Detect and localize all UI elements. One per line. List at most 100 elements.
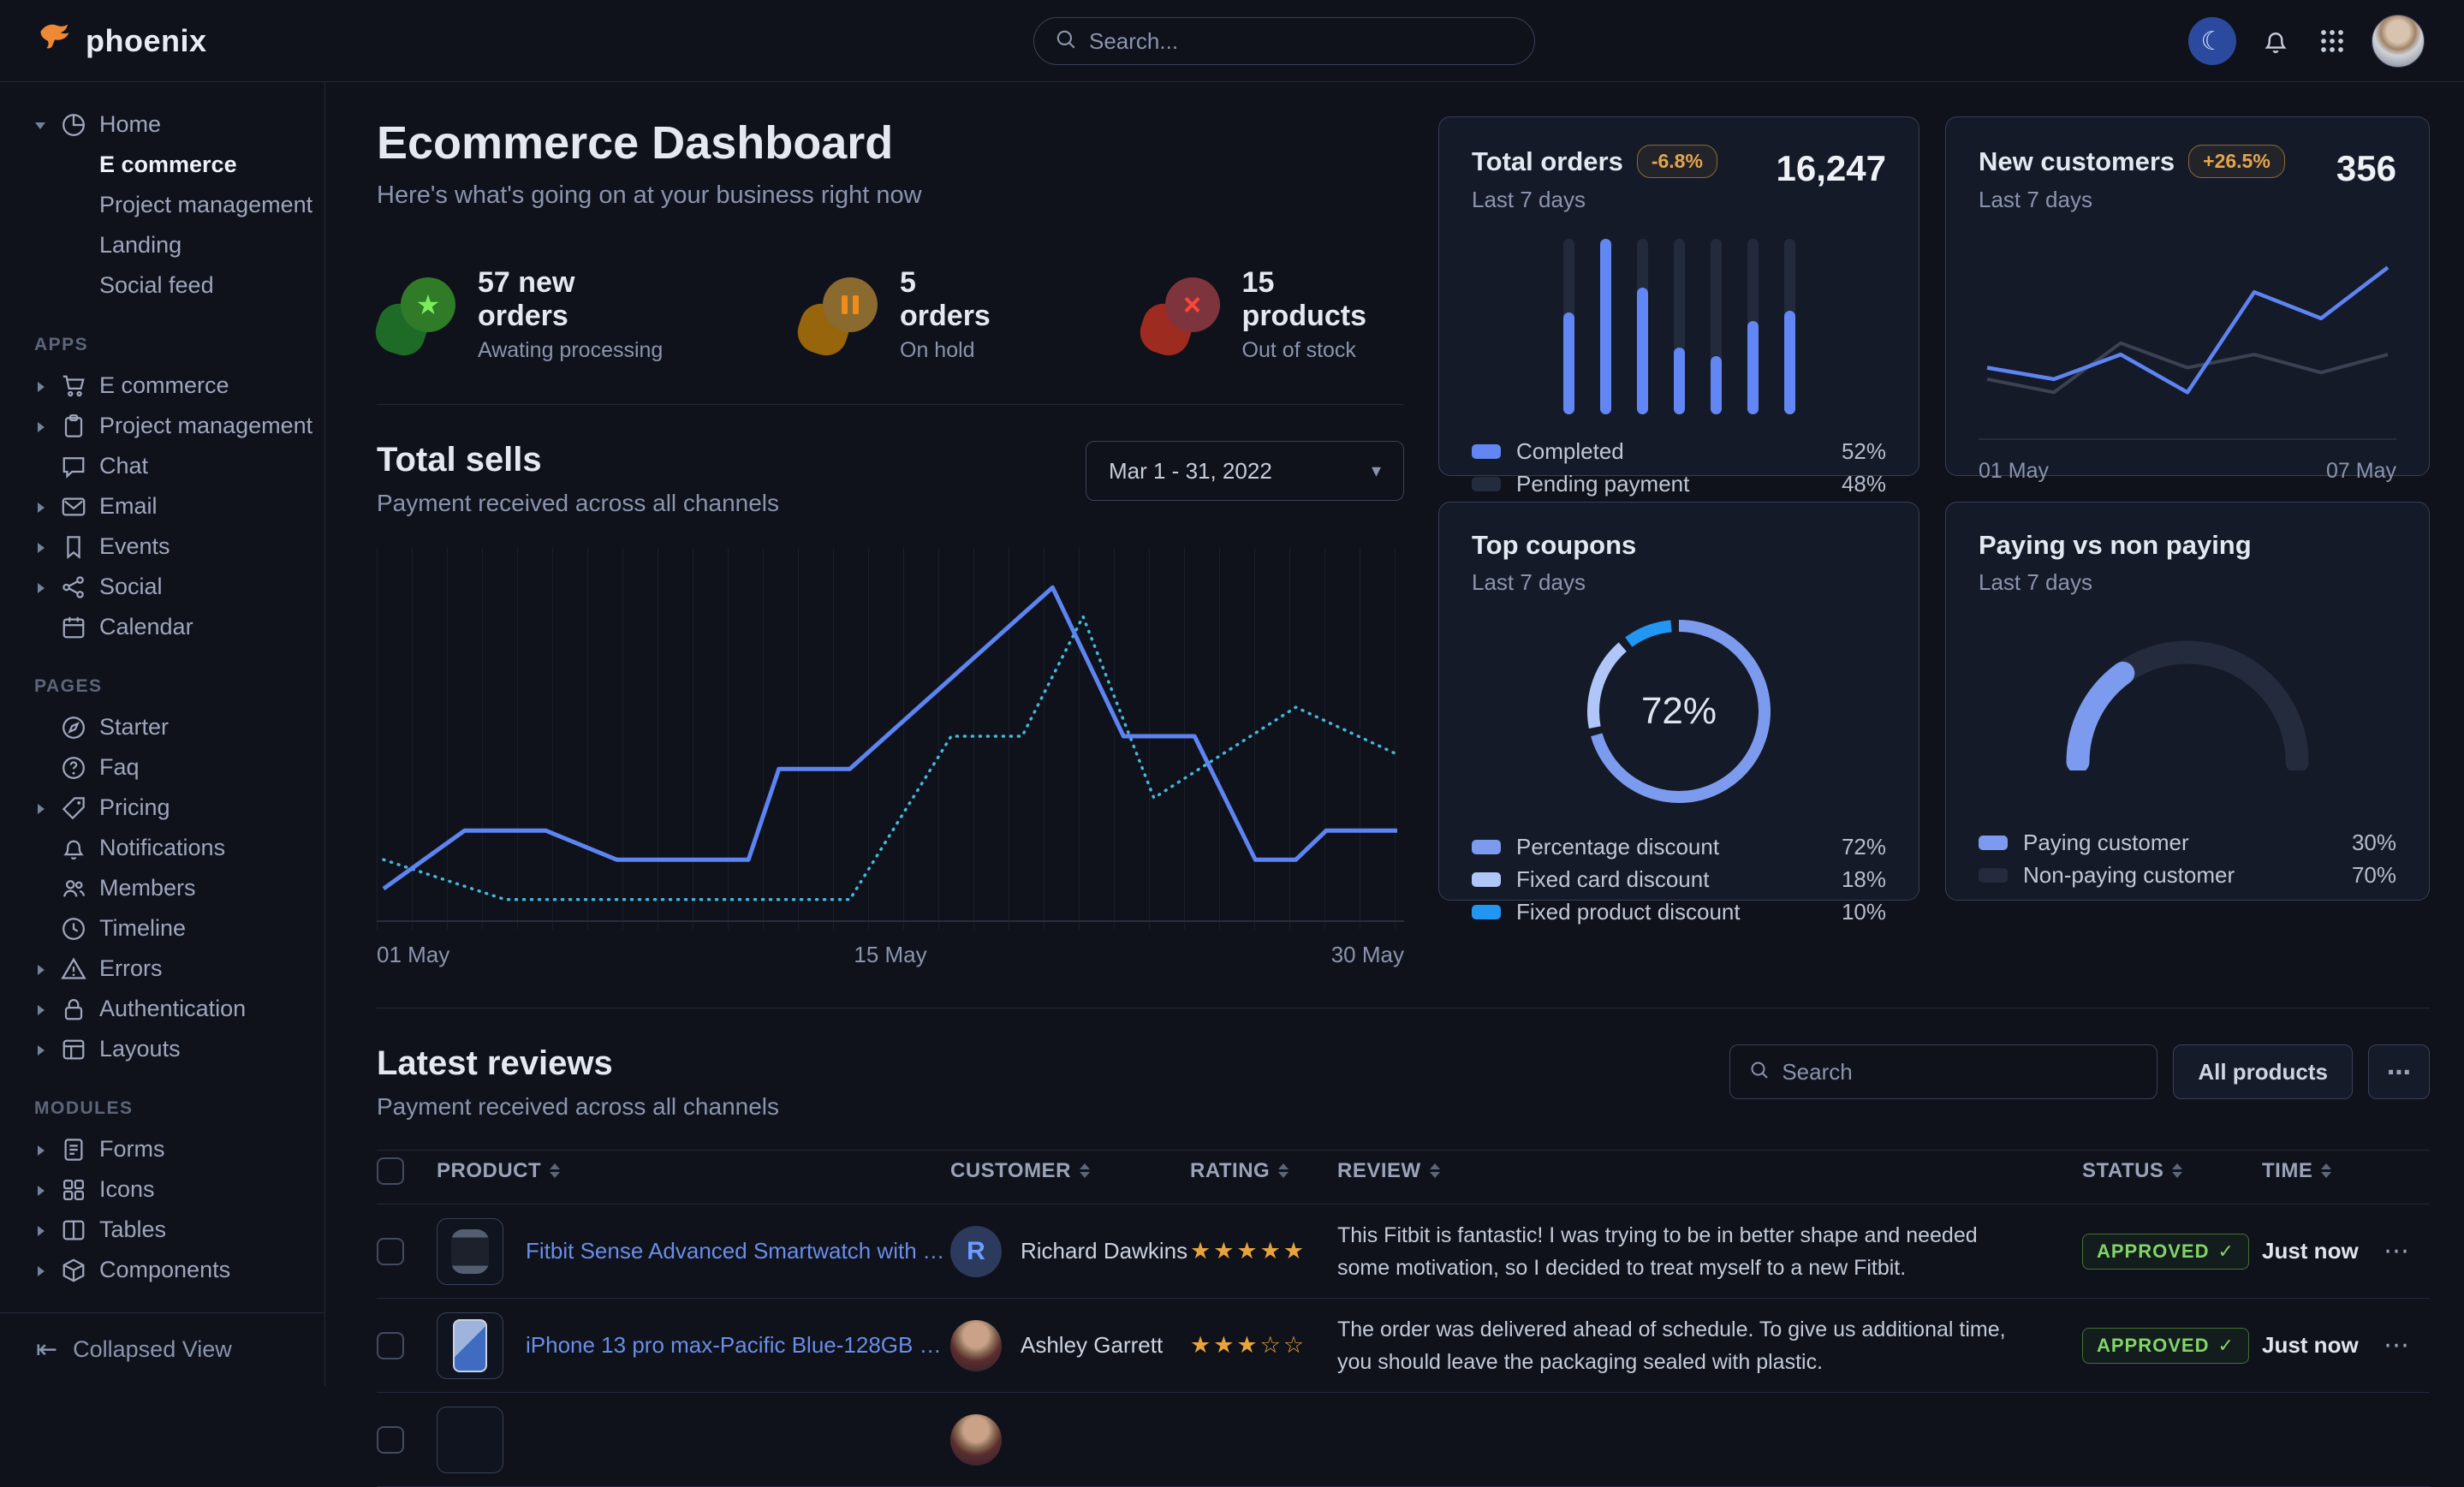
product-link[interactable]: iPhone 13 pro max-Pacific Blue-128GB sto… (526, 1332, 950, 1359)
sidebar-item-calendar[interactable]: Calendar (0, 607, 324, 647)
row-menu-button[interactable]: ⋯ (2363, 1236, 2430, 1266)
sidebar-item-authentication[interactable]: Authentication (0, 989, 324, 1029)
notifications-bell-icon[interactable] (2259, 24, 2293, 58)
apps-grid-icon[interactable] (2315, 24, 2349, 58)
table-row[interactable] (377, 1393, 2430, 1487)
global-search-input[interactable] (1089, 28, 1514, 55)
sidebar-item-e-commerce[interactable]: E commerce (0, 366, 324, 406)
stat-awating-processing: ★57 new ordersAwating processing (377, 266, 670, 363)
avatar: R (950, 1226, 1002, 1277)
theme-toggle-moon-icon[interactable]: ☾ (2188, 17, 2236, 65)
card-title: Paying vs non paying (1979, 530, 2252, 561)
product-thumbnail (437, 1407, 503, 1473)
sidebar-item-social[interactable]: Social (0, 567, 324, 607)
product-thumbnail (437, 1312, 503, 1379)
reviews-more-button[interactable]: ⋯ (2368, 1044, 2430, 1099)
date-range-select[interactable]: Mar 1 - 31, 2022 ▾ (1086, 441, 1404, 501)
column-header-status[interactable]: STATUS (2082, 1159, 2262, 1183)
row-checkbox[interactable] (377, 1426, 404, 1454)
brand-logo[interactable]: phoenix (0, 20, 207, 62)
product-link[interactable]: Fitbit Sense Advanced Smartwatch with To… (526, 1238, 950, 1264)
column-header-time[interactable]: TIME (2262, 1159, 2363, 1183)
sort-icon[interactable] (1080, 1163, 1090, 1178)
rating-stars: ★★★★★ (1190, 1238, 1337, 1264)
review-text: The order was delivered ahead of schedul… (1337, 1313, 2082, 1378)
status-badge: APPROVED✓ (2082, 1328, 2249, 1364)
cart-icon (61, 373, 86, 399)
column-header-review[interactable]: REVIEW (1337, 1159, 2082, 1183)
all-products-button[interactable]: All products (2173, 1044, 2353, 1099)
reviews-search-input[interactable] (1782, 1059, 2138, 1086)
sidebar-subitem-e-commerce[interactable]: E commerce (0, 145, 324, 185)
column-header-customer[interactable]: CUSTOMER (950, 1159, 1190, 1183)
collapse-arrow-icon: ⇤ (36, 1335, 57, 1365)
top-navbar: phoenix ☾ (0, 0, 2464, 82)
column-header-product[interactable]: PRODUCT (437, 1159, 950, 1183)
sidebar-item-members[interactable]: Members (0, 868, 324, 908)
divider (377, 404, 1404, 405)
sidebar-item-icons[interactable]: Icons (0, 1169, 324, 1210)
sidebar-item-home[interactable]: Home (0, 104, 324, 145)
share-icon (61, 574, 86, 600)
sort-icon[interactable] (1278, 1163, 1289, 1178)
chevron-right-icon (34, 1043, 48, 1056)
sidebar-subitem-project-management[interactable]: Project management (0, 185, 324, 225)
total-sells-chart (377, 548, 1404, 930)
sort-icon[interactable] (550, 1163, 560, 1178)
chevron-right-icon (34, 1223, 48, 1237)
sidebar-item-notifications[interactable]: Notifications (0, 828, 324, 868)
lock-icon (61, 996, 86, 1022)
row-menu-button[interactable]: ⋯ (2363, 1330, 2430, 1360)
stat-icon: ★ (377, 276, 455, 354)
sidebar-item-email[interactable]: Email (0, 486, 324, 526)
total-orders-card: Total orders -6.8% Last 7 days 16,247 Co… (1438, 116, 1919, 476)
trend-badge: +26.5% (2188, 145, 2285, 178)
sidebar-item-starter[interactable]: Starter (0, 707, 324, 747)
chevron-right-icon (34, 1143, 48, 1157)
sidebar-item-errors[interactable]: Errors (0, 949, 324, 989)
select-all-checkbox[interactable] (377, 1157, 404, 1185)
paying-card: Paying vs non paying Last 7 days Paying … (1945, 502, 2430, 901)
chevron-right-icon (34, 801, 48, 815)
stat-out-of-stock: ×15 productsOut of stock (1141, 266, 1404, 363)
legend-swatch (1472, 840, 1501, 854)
chevron-right-icon (34, 1264, 48, 1277)
sort-icon[interactable] (2321, 1163, 2331, 1178)
sort-icon[interactable] (1430, 1163, 1440, 1178)
sidebar-subitem-landing[interactable]: Landing (0, 225, 324, 265)
sidebar-item-timeline[interactable]: Timeline (0, 908, 324, 949)
sidebar-item-layouts[interactable]: Layouts (0, 1029, 324, 1069)
sidebar-item-faq[interactable]: Faq (0, 747, 324, 788)
bar (1600, 239, 1611, 414)
topbar-actions: ☾ (2188, 0, 2425, 82)
clock-icon (61, 916, 86, 942)
table-row[interactable]: Fitbit Sense Advanced Smartwatch with To… (377, 1204, 2430, 1299)
sidebar-item-forms[interactable]: Forms (0, 1129, 324, 1169)
reviews-search[interactable] (1729, 1044, 2157, 1099)
box-icon (61, 1258, 86, 1283)
sidebar-item-project-management[interactable]: Project management (0, 406, 324, 446)
column-header-rating[interactable]: RATING (1190, 1159, 1337, 1183)
legend-item: Percentage discount72% (1472, 830, 1886, 863)
collapse-sidebar-button[interactable]: ⇤ Collapsed View (0, 1312, 324, 1386)
user-avatar[interactable] (2372, 15, 2425, 68)
sidebar-item-pricing[interactable]: Pricing (0, 788, 324, 828)
row-checkbox[interactable] (377, 1238, 404, 1265)
table-row[interactable]: iPhone 13 pro max-Pacific Blue-128GB sto… (377, 1299, 2430, 1393)
sidebar-item-tables[interactable]: Tables (0, 1210, 324, 1250)
sidebar: HomeE commerceProject managementLandingS… (0, 82, 325, 1386)
compass-icon (61, 715, 86, 741)
bar (1711, 239, 1722, 414)
x-icon: × (1183, 287, 1201, 323)
legend-swatch (1472, 444, 1501, 459)
sidebar-item-chat[interactable]: Chat (0, 446, 324, 486)
sidebar-item-events[interactable]: Events (0, 526, 324, 567)
global-search[interactable] (1033, 17, 1535, 65)
sort-icon[interactable] (2172, 1163, 2182, 1178)
total-sells-x-axis: 01 May 15 May 30 May (377, 942, 1404, 968)
legend-swatch (1472, 477, 1501, 491)
row-checkbox[interactable] (377, 1332, 404, 1359)
review-time: Just now (2262, 1238, 2363, 1264)
sidebar-item-components[interactable]: Components (0, 1250, 324, 1290)
sidebar-subitem-social-feed[interactable]: Social feed (0, 265, 324, 306)
